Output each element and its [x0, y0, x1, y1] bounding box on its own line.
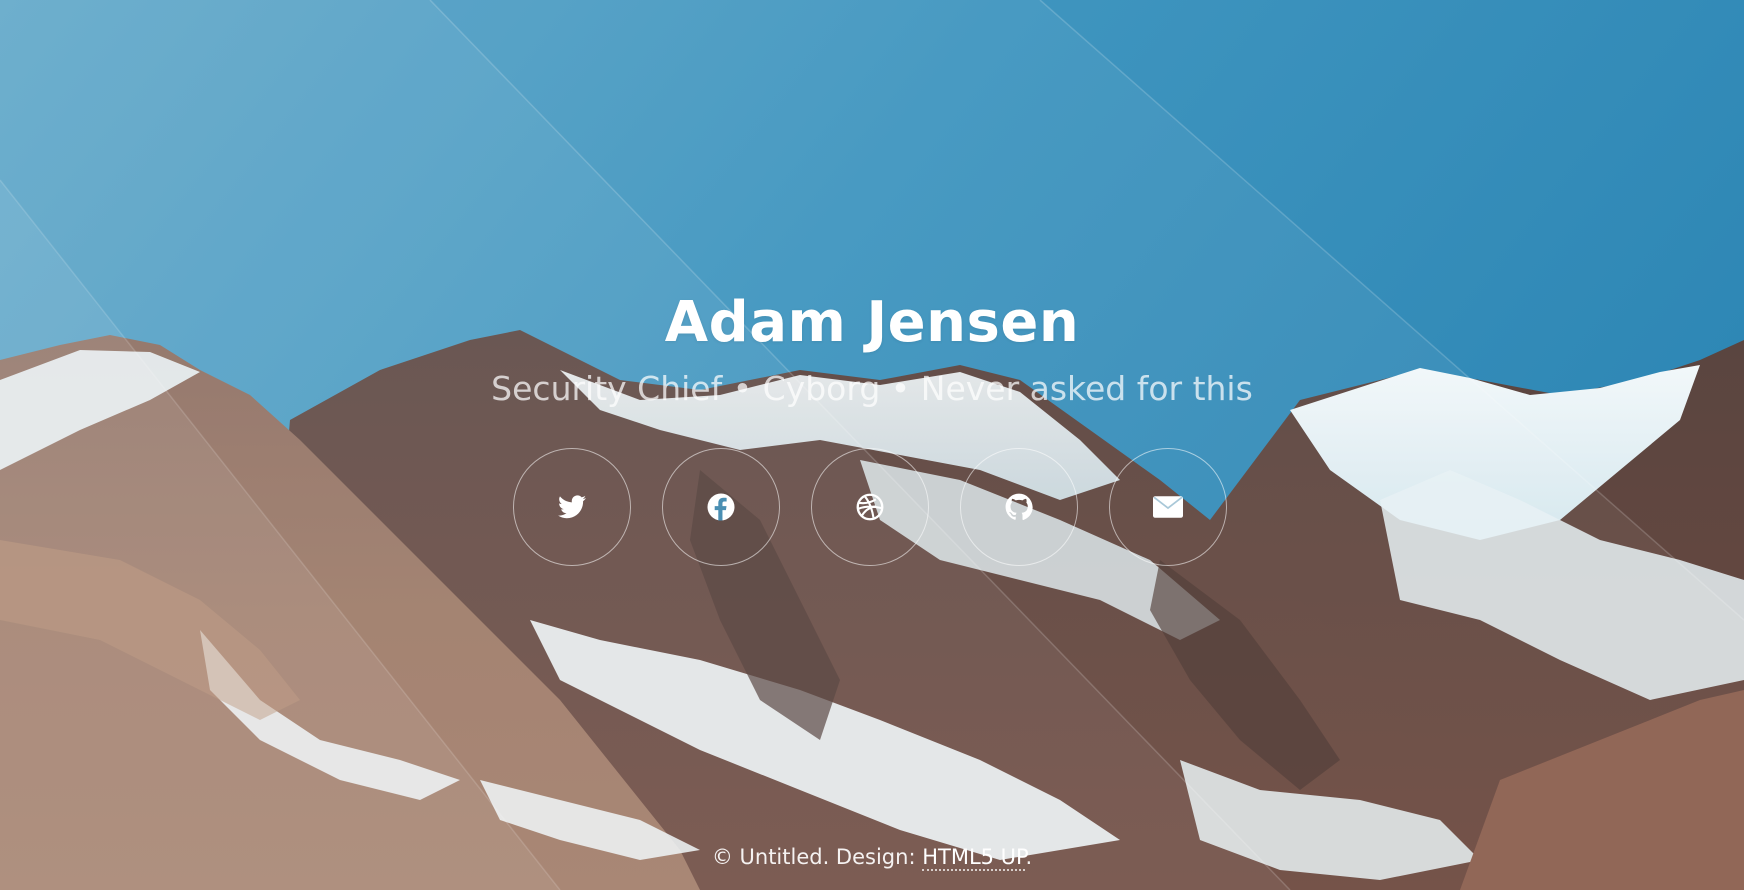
page: Adam Jensen Security Chief • Cyborg • Ne…	[0, 0, 1744, 890]
facebook-link[interactable]	[662, 448, 780, 566]
email-link[interactable]	[1109, 448, 1227, 566]
dribbble-link[interactable]	[811, 448, 929, 566]
profile-header: Adam Jensen Security Chief • Cyborg • Ne…	[0, 285, 1744, 413]
facebook-icon	[707, 493, 735, 521]
envelope-icon	[1153, 496, 1183, 518]
twitter-icon	[558, 495, 586, 519]
footer: © Untitled. Design: HTML5 UP.	[0, 845, 1744, 871]
github-link[interactable]	[960, 448, 1078, 566]
footer-trailing: .	[1025, 845, 1033, 869]
profile-tagline: Security Chief • Cyborg • Never asked fo…	[491, 369, 1253, 408]
twitter-link[interactable]	[513, 448, 631, 566]
footer-design-link[interactable]: HTML5 UP	[922, 845, 1026, 871]
background-mountain-image	[0, 0, 1744, 890]
github-icon	[1005, 493, 1033, 520]
profile-name: Adam Jensen	[664, 290, 1080, 355]
social-links	[513, 448, 1233, 568]
footer-copyright: © Untitled. Design:	[711, 845, 923, 869]
dribbble-icon	[856, 493, 884, 521]
